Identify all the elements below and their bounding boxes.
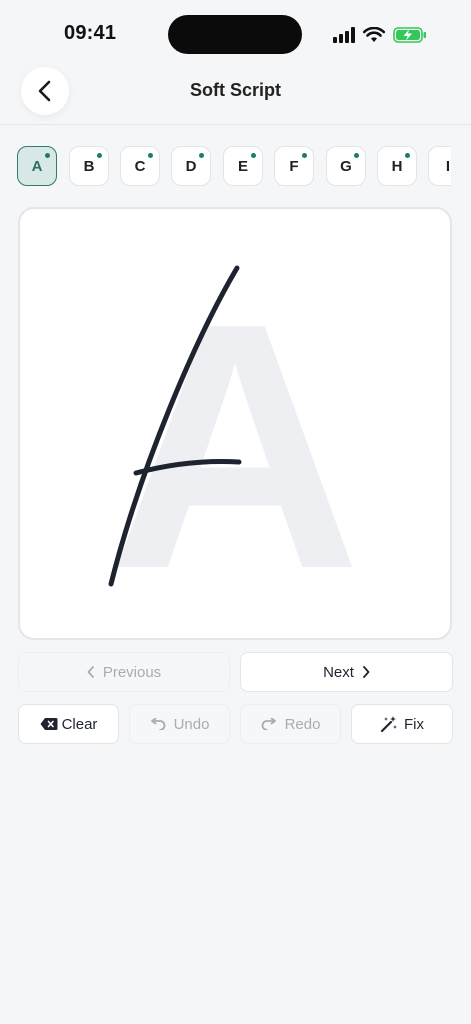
cellular-signal-icon <box>333 27 355 43</box>
completed-dot <box>97 153 102 158</box>
letter-chip-g[interactable]: G <box>326 146 366 186</box>
undo-label: Undo <box>173 715 210 733</box>
letter-chip-label: A <box>31 157 43 175</box>
letter-chip-label: E <box>237 157 248 175</box>
clear-button[interactable]: Clear <box>18 704 119 744</box>
completed-dot <box>405 153 410 158</box>
letter-chip-e[interactable]: E <box>223 146 263 186</box>
magic-wand-icon <box>380 716 397 733</box>
wifi-icon <box>363 27 385 42</box>
completed-dot <box>302 153 307 158</box>
completed-dot <box>45 153 50 158</box>
next-label: Next <box>323 663 354 681</box>
letter-chip-a[interactable]: A <box>17 146 57 186</box>
redo-label: Redo <box>284 715 321 733</box>
app-header: Soft Script <box>0 56 471 125</box>
completed-dot <box>251 153 256 158</box>
letter-chip-label: B <box>83 157 95 175</box>
drawing-canvas[interactable]: A <box>18 207 452 640</box>
letter-chip-h[interactable]: H <box>377 146 417 186</box>
letter-chip-b[interactable]: B <box>69 146 109 186</box>
letter-selector: A B C D E F G H I <box>17 146 451 190</box>
fix-button[interactable]: Fix <box>351 704 453 744</box>
letter-chip-label: G <box>340 157 352 175</box>
clear-label: Clear <box>61 715 98 733</box>
undo-icon <box>150 718 165 730</box>
chevron-right-icon <box>363 666 370 678</box>
previous-label: Previous <box>102 663 162 681</box>
status-time: 09:41 <box>64 22 117 44</box>
completed-dot <box>354 153 359 158</box>
redo-icon <box>261 718 276 730</box>
letter-chip-d[interactable]: D <box>171 146 211 186</box>
letter-chip-c[interactable]: C <box>120 146 160 186</box>
next-button[interactable]: Next <box>240 652 453 692</box>
redo-button[interactable]: Redo <box>240 704 341 744</box>
previous-button[interactable]: Previous <box>18 652 230 692</box>
letter-chip-label: F <box>289 157 299 175</box>
chevron-left-icon <box>87 666 94 678</box>
page-title: Soft Script <box>189 80 281 100</box>
battery-charging-icon <box>393 27 426 43</box>
letter-chip-label: D <box>185 157 197 175</box>
status-icons <box>333 25 427 45</box>
dynamic-island <box>168 15 302 54</box>
fix-label: Fix <box>404 715 424 733</box>
completed-dot <box>199 153 204 158</box>
letter-chip-i[interactable]: I <box>428 146 451 186</box>
completed-dot <box>148 153 153 158</box>
backspace-icon <box>40 718 58 730</box>
letter-chip-f[interactable]: F <box>274 146 314 186</box>
user-stroke <box>108 265 242 587</box>
letter-chip-label: C <box>134 157 146 175</box>
letter-chip-label: I <box>445 157 451 175</box>
letter-chip-label: H <box>391 157 403 175</box>
undo-button[interactable]: Undo <box>129 704 230 744</box>
